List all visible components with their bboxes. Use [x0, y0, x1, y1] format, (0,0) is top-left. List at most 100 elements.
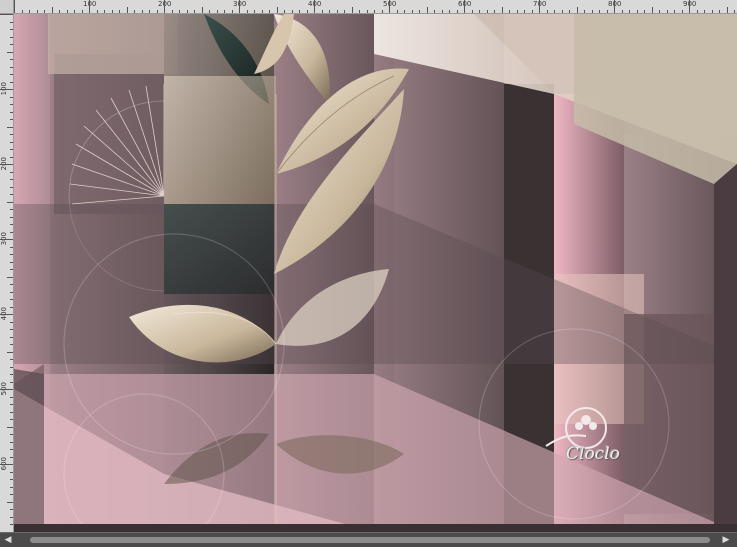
ruler-tick	[456, 10, 458, 13]
ruler-tick	[696, 10, 698, 13]
ruler-tick	[10, 261, 13, 263]
ruler-tick	[134, 10, 135, 13]
ruler-tick	[10, 284, 13, 285]
ruler-tick	[216, 10, 218, 13]
ruler-tick	[254, 10, 255, 13]
ruler-tick	[10, 486, 13, 488]
ruler-tick	[531, 10, 533, 13]
ruler-tick	[10, 516, 13, 518]
ruler-tick	[10, 449, 13, 450]
scrollbar-thumb[interactable]	[30, 537, 710, 543]
ruler-tick	[464, 0, 465, 13]
ruler-tick	[10, 254, 13, 255]
image-canvas[interactable]: Cloclo	[14, 14, 737, 532]
ruler-tick	[501, 7, 503, 13]
ruler-tick	[59, 10, 60, 13]
ruler-tick	[10, 419, 13, 420]
horizontal-scrollbar[interactable]: ◀ ▶	[0, 532, 737, 547]
ruler-tick	[10, 224, 13, 225]
ruler-tick	[10, 456, 13, 458]
ruler-tick	[29, 10, 30, 13]
ruler-tick	[539, 0, 540, 13]
ruler-tick	[659, 10, 660, 13]
ruler-tick	[10, 36, 13, 38]
ruler-tick	[7, 501, 13, 503]
ruler-tick	[479, 10, 480, 13]
ruler-tick	[10, 231, 13, 233]
ruler-tick	[276, 7, 278, 13]
ruler-tick	[291, 10, 293, 13]
ruler-tick	[306, 10, 308, 13]
ruler-tick	[299, 10, 300, 13]
ruler-tick	[381, 10, 383, 13]
ruler-tick	[44, 10, 45, 13]
scroll-right-arrow-icon[interactable]: ▶	[720, 535, 732, 545]
ruler-tick	[621, 10, 623, 13]
ruler-tick	[7, 276, 13, 278]
ruler-tick	[471, 10, 473, 13]
ruler-tick	[261, 10, 263, 13]
ruler-tick	[359, 10, 360, 13]
scroll-left-arrow-icon[interactable]: ◀	[2, 535, 14, 545]
ruler-tick	[629, 10, 630, 13]
image-editor-window: 100 200 300 400 500 600 700 800 900 100 …	[0, 0, 737, 547]
ruler-tick	[10, 141, 13, 143]
ruler-tick	[10, 411, 13, 413]
ruler-tick	[711, 10, 713, 13]
ruler-tick	[10, 216, 13, 218]
ruler-tick	[0, 14, 13, 15]
ruler-tick	[366, 10, 368, 13]
ruler-tick	[636, 10, 638, 13]
ruler-tick	[10, 246, 13, 248]
ruler-tick	[10, 29, 13, 30]
ruler-tick	[164, 0, 165, 13]
ruler-tick	[10, 291, 13, 293]
ruler-tick	[231, 10, 233, 13]
ruler-tick	[344, 10, 345, 13]
ruler-tick	[10, 471, 13, 473]
ruler-tick	[10, 44, 13, 45]
ruler-tick	[404, 10, 405, 13]
ruler-tick	[10, 269, 13, 270]
ruler-tick	[10, 104, 13, 105]
ruler-tick	[651, 7, 653, 13]
ruler-tick	[10, 209, 13, 210]
ruler-tick	[689, 0, 690, 13]
ruler-corner[interactable]	[0, 0, 14, 14]
ruler-tick	[239, 0, 240, 13]
ruler-tick	[321, 10, 323, 13]
ruler-tick	[10, 434, 13, 435]
ruler-tick	[126, 7, 128, 13]
vertical-ruler[interactable]: 100 200 300 400 500 600	[0, 14, 14, 532]
ruler-tick	[411, 10, 413, 13]
ruler-tick	[314, 0, 315, 13]
ruler-tick	[0, 89, 13, 90]
ruler-tick	[10, 74, 13, 75]
ruler-tick	[10, 134, 13, 135]
ruler-tick	[141, 10, 143, 13]
ruler-tick	[7, 201, 13, 203]
horizontal-ruler[interactable]: 100 200 300 400 500 600 700 800 900	[14, 0, 737, 14]
ruler-tick	[21, 10, 23, 13]
ruler-tick	[449, 10, 450, 13]
ruler-tick	[10, 194, 13, 195]
ruler-tick	[10, 66, 13, 68]
ruler-tick	[10, 299, 13, 300]
ruler-tick	[10, 149, 13, 150]
ruler-tick	[576, 7, 578, 13]
ruler-tick	[486, 10, 488, 13]
ruler-tick	[419, 10, 420, 13]
ruler-tick	[194, 10, 195, 13]
artist-signature-watermark: Cloclo	[536, 406, 656, 476]
ruler-tick	[96, 10, 98, 13]
ruler-tick	[336, 10, 338, 13]
ruler-tick	[704, 10, 705, 13]
ruler-tick	[666, 10, 668, 13]
ruler-tick	[0, 164, 13, 165]
ruler-tick	[516, 10, 518, 13]
ruler-tick	[606, 10, 608, 13]
ruler-tick	[10, 171, 13, 173]
ruler-tick	[374, 10, 375, 13]
ruler-tick	[10, 366, 13, 368]
ruler-tick	[36, 10, 38, 13]
